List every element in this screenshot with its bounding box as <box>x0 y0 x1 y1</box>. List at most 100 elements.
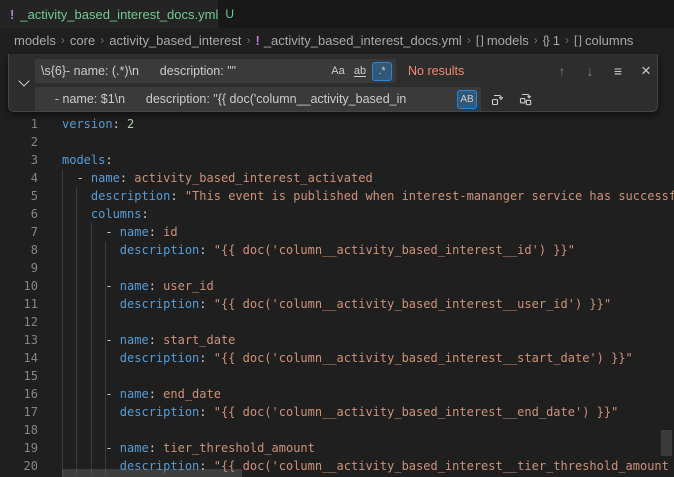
vscode-window: ! _activity_based_interest_docs.yml U mo… <box>0 0 674 477</box>
code-line[interactable]: 14 description: "{{ doc('column__activit… <box>0 349 674 367</box>
replace-text: - name: $1\n description: "{{ doc('colum… <box>41 92 455 106</box>
tab-title: _activity_based_interest_docs.yml <box>20 7 218 22</box>
code-line[interactable]: 3models: <box>0 151 674 169</box>
line-content: - name: activity_based_interest_activate… <box>62 171 373 185</box>
code-line[interactable]: 7 - name: id <box>0 223 674 241</box>
replace-input[interactable]: - name: $1\n description: "{{ doc('colum… <box>35 87 481 111</box>
line-number: 13 <box>0 331 38 349</box>
line-number: 1 <box>0 115 38 133</box>
breadcrumb-item-activity_based_interest[interactable]: activity_based_interest <box>109 33 241 48</box>
breadcrumb-item-core[interactable]: core <box>70 33 95 48</box>
line-content: - name: user_id <box>62 279 214 293</box>
breadcrumb-separator: › <box>61 33 65 47</box>
line-number: 5 <box>0 187 38 205</box>
breadcrumb-separator: › <box>100 33 104 47</box>
line-number: 8 <box>0 241 38 259</box>
line-number: 9 <box>0 259 38 277</box>
line-number: 17 <box>0 403 38 421</box>
breadcrumb-label: 1 <box>553 33 560 48</box>
code-line[interactable]: 10 - name: user_id <box>0 277 674 295</box>
line-number: 15 <box>0 367 38 385</box>
line-number: 2 <box>0 133 38 151</box>
next-match-button[interactable]: ↓ <box>579 60 601 82</box>
code-line[interactable]: 4 - name: activity_based_interest_activa… <box>0 169 674 187</box>
line-number: 4 <box>0 169 38 187</box>
breadcrumb-label: models <box>14 33 56 48</box>
whole-word-button[interactable]: ab <box>350 62 370 81</box>
line-content: description: "{{ doc('column__activity_b… <box>62 351 633 365</box>
breadcrumb-item-models[interactable]: [ ]models <box>476 33 529 48</box>
line-number: 12 <box>0 313 38 331</box>
replace-icon <box>490 91 506 107</box>
code-line[interactable]: 19 - name: tier_threshold_amount <box>0 439 674 457</box>
breadcrumb: models › core › activity_based_interest ›! _ac… <box>0 28 674 52</box>
line-content: - name: end_date <box>62 387 221 401</box>
find-status-label: No results <box>408 64 464 78</box>
find-input[interactable]: \s{6}- name: (.*)\n description: "" Aa a… <box>35 59 396 83</box>
chevron-down-icon <box>18 75 29 86</box>
line-content: description: "{{ doc('column__activity_b… <box>62 297 611 311</box>
code-line[interactable]: 9 <box>0 259 674 277</box>
line-number: 11 <box>0 295 38 313</box>
replace-all-icon <box>518 91 534 107</box>
breadcrumb-label: _activity_based_interest_docs.yml <box>264 33 462 48</box>
code-line[interactable]: 11 description: "{{ doc('column__activit… <box>0 295 674 313</box>
replace-button[interactable] <box>487 88 509 110</box>
breadcrumb-item-_activity_based_interest_docs.yml[interactable]: ! _activity_based_interest_docs.yml <box>255 33 461 48</box>
code-line[interactable]: 18 <box>0 421 674 439</box>
line-number: 18 <box>0 421 38 439</box>
line-content: description: "This event is published wh… <box>62 189 674 203</box>
line-content: - name: start_date <box>62 333 235 347</box>
line-content: - name: tier_threshold_amount <box>62 441 315 455</box>
line-content: version: 2 <box>62 117 134 131</box>
array-icon: [ ] <box>574 33 581 47</box>
tab-bar: ! _activity_based_interest_docs.yml U <box>0 0 674 28</box>
code-line[interactable]: 16 - name: end_date <box>0 385 674 403</box>
line-number: 6 <box>0 205 38 223</box>
find-query-text: \s{6}- name: (.*)\n description: "" <box>41 64 326 78</box>
line-content: columns: <box>62 207 149 221</box>
horizontal-scrollbar[interactable] <box>62 469 242 477</box>
breadcrumb-item-models[interactable]: models <box>14 33 56 48</box>
line-number: 20 <box>0 457 38 475</box>
code-line[interactable]: 15 <box>0 367 674 385</box>
code-line[interactable]: 8 description: "{{ doc('column__activity… <box>0 241 674 259</box>
vertical-scrollbar[interactable] <box>661 430 672 456</box>
line-number: 3 <box>0 151 38 169</box>
code-editor[interactable]: 1 version: 2 23models:4 - name: activity_b… <box>0 52 674 477</box>
breadcrumb-separator: › <box>534 33 538 47</box>
preserve-case-button[interactable]: AB <box>457 90 477 109</box>
replace-all-button[interactable] <box>515 88 537 110</box>
breadcrumb-item-columns[interactable]: [ ] columns <box>574 33 633 48</box>
code-line[interactable]: 12 <box>0 313 674 331</box>
match-case-button[interactable]: Aa <box>328 62 348 81</box>
line-content: description: "{{ doc('column__activity_b… <box>62 405 618 419</box>
code-line[interactable]: 1 version: 2 <box>0 115 674 133</box>
object-icon: {} <box>543 33 549 47</box>
line-number: 19 <box>0 439 38 457</box>
yaml-file-icon: ! <box>10 7 14 22</box>
array-icon: [ ] <box>476 33 483 47</box>
breadcrumb-item-1[interactable]: {} 1 <box>543 33 560 48</box>
previous-match-button[interactable]: ↑ <box>551 60 573 82</box>
warning-icon: ! <box>255 33 259 48</box>
find-in-selection-button[interactable]: ≡ <box>607 60 629 82</box>
code-line[interactable]: 2 <box>0 133 674 151</box>
regex-button[interactable]: .* <box>372 62 392 81</box>
breadcrumb-label: activity_based_interest <box>109 33 241 48</box>
code-line[interactable]: 17 description: "{{ doc('column__activit… <box>0 403 674 421</box>
tab-activity-based-interest-docs[interactable]: ! _activity_based_interest_docs.yml U <box>0 0 218 28</box>
breadcrumb-label: columns <box>585 33 633 48</box>
toggle-replace-button[interactable] <box>14 54 34 111</box>
git-untracked-badge: U <box>225 7 234 21</box>
line-number: 14 <box>0 349 38 367</box>
code-line[interactable]: 13 - name: start_date <box>0 331 674 349</box>
line-content: description: "{{ doc('column__activity_b… <box>62 243 575 257</box>
close-button[interactable]: × <box>635 60 657 82</box>
breadcrumb-separator: › <box>246 33 250 47</box>
code-line[interactable]: 5 description: "This event is published … <box>0 187 674 205</box>
code-line[interactable]: 6 columns: <box>0 205 674 223</box>
line-number: 10 <box>0 277 38 295</box>
breadcrumb-label: core <box>70 33 95 48</box>
find-row: \s{6}- name: (.*)\n description: "" Aa a… <box>35 59 657 83</box>
